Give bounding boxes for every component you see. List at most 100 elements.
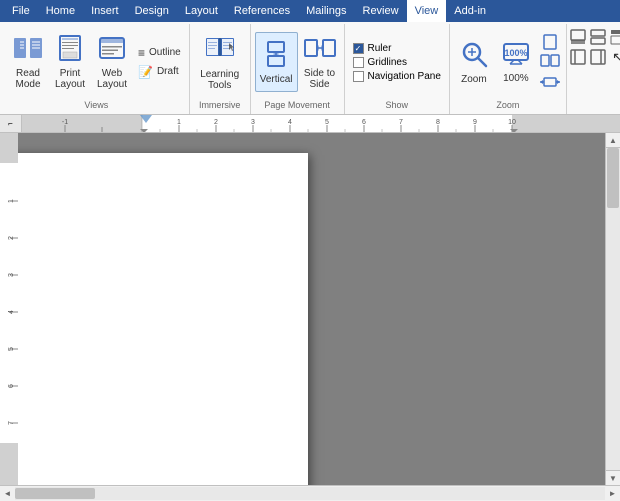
draft-label: Draft — [157, 66, 179, 77]
web-layout-button[interactable]: Web Layout — [92, 32, 132, 92]
cursor-icon: ↖ — [609, 48, 620, 66]
ribbon-group-immersive: Learning Tools Immersive — [190, 24, 251, 114]
page-width-button[interactable] — [538, 73, 562, 91]
side-to-side-icon — [304, 34, 336, 66]
document-area[interactable] — [18, 133, 605, 485]
learning-tools-label: Learning Tools — [200, 69, 239, 91]
menu-review[interactable]: Review — [355, 0, 407, 22]
read-mode-icon — [12, 34, 44, 66]
vertical-icon — [262, 40, 290, 72]
ruler-label: Ruler — [368, 43, 392, 54]
print-layout-label: Print Layout — [55, 68, 85, 90]
svg-text:2: 2 — [214, 119, 218, 126]
gridlines-checkbox-row[interactable]: Gridlines — [353, 57, 441, 68]
svg-text:2: 2 — [8, 236, 15, 240]
ribbon-group-zoom: Zoom 100% 100% — [450, 24, 567, 114]
views-buttons: Read Mode — [8, 26, 185, 98]
svg-text:3: 3 — [8, 273, 15, 277]
h-scrollbar-track[interactable] — [15, 487, 605, 500]
vertical-ruler: 1 2 3 4 5 6 7 — [0, 133, 18, 485]
zoom-100-button[interactable]: 100% 100% — [496, 32, 536, 92]
zoom-button[interactable]: Zoom — [454, 32, 494, 92]
svg-text:7: 7 — [399, 119, 403, 126]
h-scrollbar-right-arrow[interactable]: ► — [605, 486, 620, 501]
outline-button[interactable]: ≡ Outline — [134, 44, 185, 62]
ribbon-group-show: ✓ Ruler Gridlines Navigation Pane S — [345, 24, 450, 114]
web-layout-label: Web Layout — [97, 68, 127, 90]
view-pane-left-button[interactable] — [569, 48, 587, 66]
outline-draft-buttons: ≡ Outline 📝 Draft — [134, 44, 185, 81]
learning-tools-button[interactable]: Learning Tools — [194, 32, 246, 92]
svg-text:9: 9 — [473, 119, 477, 126]
expand-ribbon-button[interactable] — [589, 28, 607, 46]
menu-layout[interactable]: Layout — [177, 0, 226, 22]
h-scrollbar-left-arrow[interactable]: ◄ — [0, 486, 15, 501]
vertical-ruler-container: 1 2 3 4 5 6 7 — [0, 133, 18, 485]
immersive-buttons: Learning Tools — [194, 26, 246, 98]
scrollbar-track[interactable] — [606, 148, 620, 470]
views-group-label: Views — [8, 98, 185, 112]
show-group-label: Show — [349, 98, 445, 112]
vertical-scrollbar[interactable]: ▲ ▼ — [605, 133, 620, 485]
print-layout-icon — [56, 34, 84, 66]
menu-addin[interactable]: Add-in — [446, 0, 494, 22]
zoom-icon — [460, 40, 488, 72]
ribbon-right-icons: ↖ — [567, 24, 620, 114]
ribbon: Read Mode — [0, 22, 620, 115]
view-pane-right-button[interactable] — [589, 48, 607, 66]
zoom-group-label: Zoom — [454, 98, 562, 112]
menu-mailings[interactable]: Mailings — [298, 0, 354, 22]
navigation-pane-label: Navigation Pane — [368, 71, 441, 82]
svg-text:5: 5 — [8, 347, 15, 351]
vertical-label: Vertical — [260, 74, 293, 85]
learning-tools-icon — [202, 33, 238, 67]
draft-icon: 📝 — [138, 65, 153, 79]
ruler-corner[interactable]: ⌐ — [0, 115, 22, 133]
menu-view[interactable]: View — [407, 0, 447, 22]
menu-file[interactable]: File — [4, 0, 38, 22]
horizontal-ruler-row: ⌐ 1 2 3 — [0, 115, 620, 133]
navigation-pane-checkbox[interactable] — [353, 71, 364, 82]
scrollbar-down-arrow[interactable]: ▼ — [606, 470, 620, 485]
svg-text:6: 6 — [8, 384, 15, 388]
gridlines-label: Gridlines — [368, 57, 407, 68]
zoom-100-icon: 100% — [502, 40, 530, 71]
app-window: File Home Insert Design Layout Reference… — [0, 0, 620, 500]
draft-button[interactable]: 📝 Draft — [134, 63, 185, 81]
svg-text:10: 10 — [508, 119, 516, 126]
side-to-side-button[interactable]: Side to Side — [300, 32, 340, 92]
scrollbar-thumb[interactable] — [607, 148, 619, 208]
side-to-side-label: Side to Side — [304, 68, 335, 90]
navigation-pane-checkbox-row[interactable]: Navigation Pane — [353, 71, 441, 82]
one-page-button[interactable] — [538, 33, 562, 51]
read-mode-button[interactable]: Read Mode — [8, 32, 48, 92]
menu-references[interactable]: References — [226, 0, 298, 22]
gridlines-checkbox[interactable] — [353, 57, 364, 68]
scrollbar-up-arrow[interactable]: ▲ — [606, 133, 620, 148]
menu-insert[interactable]: Insert — [83, 0, 127, 22]
h-scrollbar-thumb[interactable] — [15, 488, 95, 499]
read-mode-label: Read Mode — [15, 68, 40, 90]
ruler-checkbox-row[interactable]: ✓ Ruler — [353, 43, 441, 54]
immersive-group-label: Immersive — [194, 98, 246, 112]
svg-text:6: 6 — [362, 119, 366, 126]
full-ribbon-button[interactable] — [609, 28, 620, 46]
ribbon-group-page-movement: Vertical Side — [251, 24, 345, 114]
svg-text:8: 8 — [436, 119, 440, 126]
svg-text:-1: -1 — [62, 119, 68, 126]
svg-text:4: 4 — [288, 119, 292, 126]
menu-design[interactable]: Design — [127, 0, 177, 22]
page-movement-buttons: Vertical Side — [255, 26, 340, 98]
horizontal-ruler: 1 2 3 4 5 6 7 8 9 10 — [22, 115, 620, 133]
vertical-button[interactable]: Vertical — [255, 32, 298, 92]
outline-icon: ≡ — [138, 46, 145, 60]
collapse-ribbon-button[interactable] — [569, 28, 587, 46]
horizontal-scrollbar[interactable]: ◄ ► — [0, 485, 620, 500]
ruler-checkbox[interactable]: ✓ — [353, 43, 364, 54]
multiple-pages-button[interactable] — [538, 53, 562, 71]
print-layout-button[interactable]: Print Layout — [50, 32, 90, 92]
page-movement-group-label: Page Movement — [255, 98, 340, 112]
web-layout-icon — [98, 34, 126, 66]
menu-home[interactable]: Home — [38, 0, 83, 22]
show-buttons: ✓ Ruler Gridlines Navigation Pane — [349, 26, 445, 98]
